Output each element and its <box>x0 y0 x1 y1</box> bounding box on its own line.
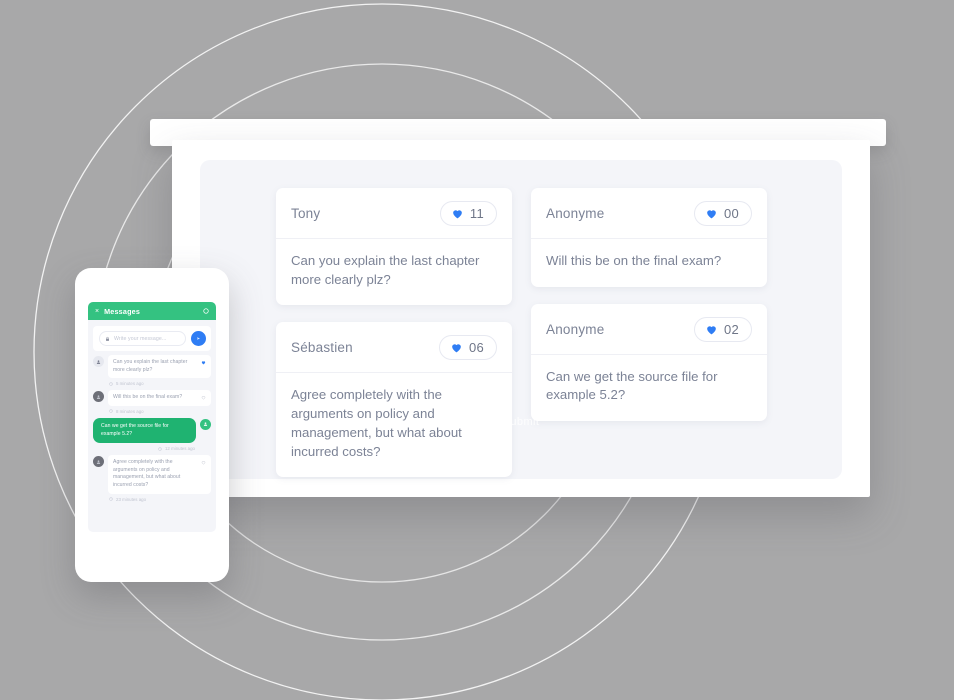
message-input[interactable]: Write your message... <box>99 331 186 346</box>
question-author: Sébastien <box>291 340 353 356</box>
question-card-header: Anonyme 02 <box>531 304 767 355</box>
heart-icon <box>453 210 462 219</box>
like-button[interactable]: 06 <box>438 335 497 361</box>
send-button[interactable] <box>191 331 206 346</box>
list-item[interactable]: Can we get the source file for example 5… <box>93 417 211 444</box>
clock-icon <box>109 382 113 386</box>
question-card[interactable]: Anonyme 02 Can we get the source file fo… <box>531 303 767 422</box>
message-timestamp-row: 23 minutes ago <box>93 495 211 506</box>
list-item[interactable]: Can you explain the last chapter more cl… <box>93 355 211 379</box>
message-timestamp-row: 5 minutes ago <box>93 379 211 390</box>
like-count: 00 <box>723 206 739 221</box>
list-item[interactable]: Agree completely with the arguments on p… <box>93 455 211 494</box>
message-text: Agree completely with the arguments on p… <box>113 459 181 489</box>
question-card-header: Anonyme 00 <box>531 188 767 239</box>
question-text: Can we get the source file for example 5… <box>546 368 718 403</box>
message-text: Will this be on the final exam? <box>113 394 183 401</box>
like-count: 06 <box>468 340 484 356</box>
question-author: Anonyme <box>546 206 605 221</box>
message-timestamp: 23 minutes ago <box>116 496 147 502</box>
message-bubble: Can we get the source file for example 5… <box>93 417 196 444</box>
question-text: Agree completely with the arguments on p… <box>291 387 462 459</box>
question-card[interactable]: Tony 11 Can you explain the last chapter… <box>276 188 512 306</box>
lock-icon <box>106 336 109 341</box>
clock-icon <box>158 446 162 451</box>
message-input-placeholder: Write your message... <box>114 335 167 342</box>
desktop-browser-window: Tony 11 Can you explain the last chapter… <box>172 140 870 497</box>
clock-icon <box>109 409 113 414</box>
heart-outline-icon[interactable] <box>201 395 206 400</box>
message-timestamp-row: 12 minutes ago <box>93 444 211 455</box>
list-item[interactable]: Will this be on the final exam? <box>93 390 211 406</box>
phone-mockup: × Messages Write your message... Can you… <box>75 268 229 582</box>
message-composer: Write your message... <box>93 326 211 351</box>
message-bubble: Will this be on the final exam? <box>108 390 211 406</box>
user-icon <box>96 395 101 399</box>
like-count: 11 <box>469 206 484 221</box>
question-card-header: Sébastien 06 <box>276 322 512 374</box>
message-timestamp-row: 8 minutes ago <box>93 407 211 418</box>
avatar <box>93 391 104 403</box>
user-icon <box>203 422 208 427</box>
question-card[interactable]: Sébastien 06 Agree completely with the a… <box>276 322 512 478</box>
question-author: Tony <box>291 206 321 221</box>
message-list: Can you explain the last chapter more cl… <box>88 355 216 506</box>
heart-outline-icon[interactable] <box>201 460 206 465</box>
submit-button[interactable]: Submit <box>493 412 550 432</box>
card-column-right: Anonyme 00 Will this be on the final exa… <box>531 188 767 477</box>
avatar <box>93 356 104 367</box>
heart-icon <box>707 326 716 335</box>
question-board-panel: Tony 11 Can you explain the last chapter… <box>200 160 842 479</box>
like-button[interactable]: 02 <box>693 316 752 342</box>
user-icon <box>96 460 101 464</box>
heart-icon <box>707 210 716 219</box>
question-author: Anonyme <box>546 321 605 337</box>
avatar <box>93 456 104 468</box>
heart-icon[interactable] <box>201 360 206 365</box>
question-text: Can you explain the last chapter more cl… <box>291 253 480 287</box>
question-card-grid: Tony 11 Can you explain the last chapter… <box>276 188 776 478</box>
heart-icon <box>452 344 461 353</box>
question-card-header: Tony 11 <box>276 188 512 239</box>
phone-screen: × Messages Write your message... Can you… <box>88 302 216 532</box>
like-button[interactable]: 00 <box>693 201 752 226</box>
phone-app-title: Messages <box>104 306 141 316</box>
close-icon[interactable]: × <box>95 308 99 315</box>
clock-icon <box>109 497 113 501</box>
send-icon <box>197 337 200 340</box>
gear-icon[interactable] <box>203 308 209 314</box>
message-bubble: Can you explain the last chapter more cl… <box>108 355 211 379</box>
message-text: Can we get the source file for example 5… <box>101 422 169 437</box>
user-icon <box>96 359 101 364</box>
question-card[interactable]: Anonyme 00 Will this be on the final exa… <box>531 188 767 287</box>
message-timestamp: 12 minutes ago <box>164 446 195 452</box>
question-text: Will this be on the final exam? <box>546 253 722 268</box>
phone-app-header: × Messages <box>88 302 216 320</box>
message-timestamp: 8 minutes ago <box>116 408 144 414</box>
message-timestamp: 5 minutes ago <box>116 381 144 387</box>
like-count: 02 <box>723 321 739 337</box>
card-column-left: Tony 11 Can you explain the last chapter… <box>276 188 512 478</box>
message-bubble: Agree completely with the arguments on p… <box>108 455 211 494</box>
like-button[interactable]: 11 <box>439 201 497 226</box>
message-text: Can you explain the last chapter more cl… <box>113 359 188 373</box>
avatar <box>200 418 211 430</box>
